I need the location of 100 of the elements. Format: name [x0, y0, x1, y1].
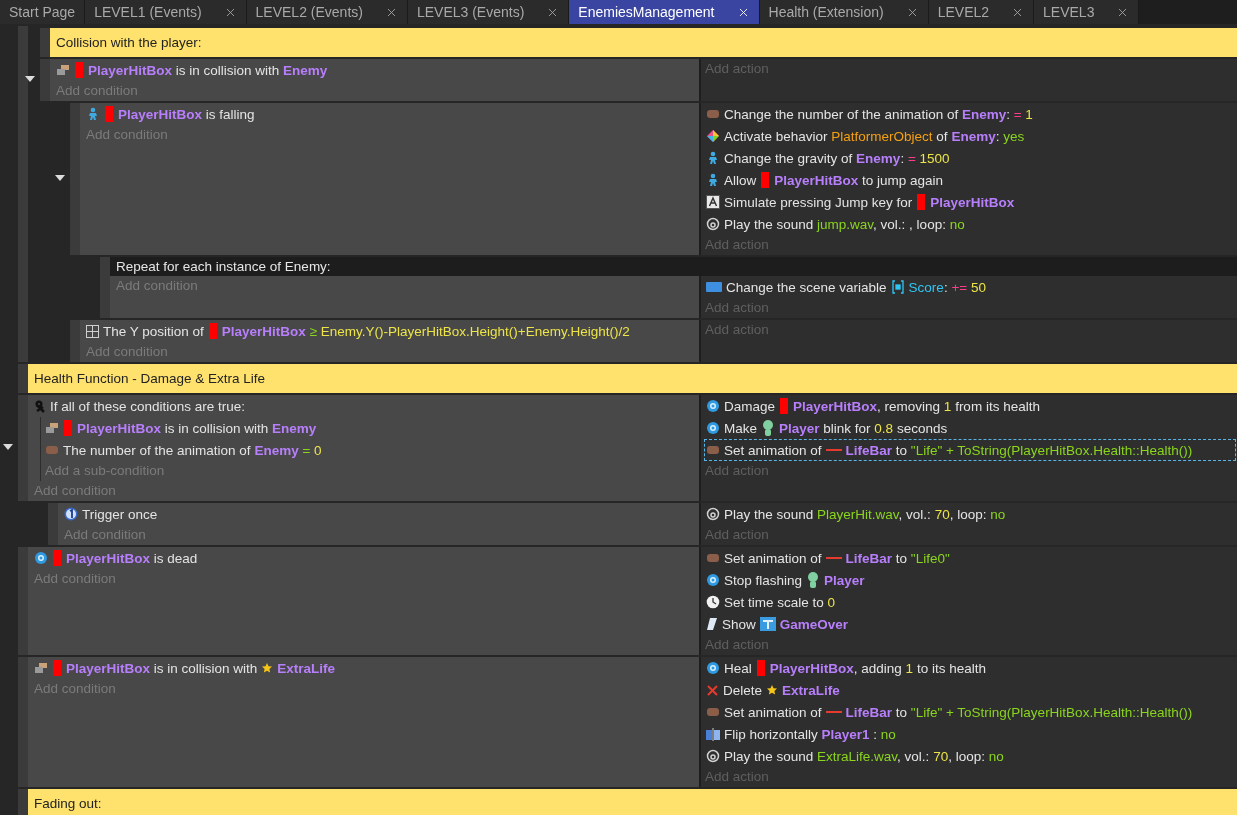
running-figure-icon [86, 107, 100, 121]
slanted-bar-icon [706, 617, 718, 631]
action-text: Damage [724, 398, 776, 414]
key-icon [706, 195, 720, 209]
collapse-arrow-icon[interactable] [55, 175, 65, 183]
collapse-arrow-icon[interactable] [3, 444, 13, 452]
action-text: Change the number of the animation of Enemy: = 1 [724, 106, 1033, 122]
action-row[interactable]: Activate behavior PlatformerObject of Enemy: yes [704, 125, 1236, 147]
event-strip [100, 257, 110, 318]
condition-text: PlayerHitBox ≥ Enemy.Y()-PlayerHitBox.Height()+Enemy.Height()/2 [221, 323, 630, 339]
repeat-header: Repeat for each instance of Enemy: [110, 257, 1237, 276]
action-row[interactable]: Make Player blink for 0.8 seconds [704, 417, 1236, 439]
action-text: Player blink for 0.8 seconds [779, 420, 948, 436]
action-text: LifeBar to "Life" + ToString(PlayerHitBox.Health::Health()) [845, 442, 1193, 458]
event-strip [18, 789, 28, 815]
action-text: Activate behavior PlatformerObject of Enemy: yes [724, 128, 1025, 144]
action-text: PlayerHitBox [930, 194, 1015, 210]
action-text: PlayerHitBox, adding 1 to its health [769, 660, 986, 676]
gear-icon [706, 421, 720, 435]
variable-brace-icon [890, 280, 905, 294]
running-figure-icon [706, 173, 720, 187]
editor-tab[interactable]: Start Page [0, 0, 86, 24]
editor-tab[interactable]: LEVEL3 (Events) [407, 0, 570, 24]
action-row[interactable]: Allow PlayerHitBox to jump again [704, 169, 1236, 191]
gear-icon [706, 661, 720, 675]
action-row[interactable]: Heal PlayerHitBox, adding 1 to its health [704, 657, 1236, 679]
rectangle-sprite-icon [52, 659, 62, 677]
action-text: Heal [724, 660, 752, 676]
condition-text: The number of the animation of Enemy = 0 [63, 442, 322, 458]
action-row[interactable]: Play the sound PlayerHit.wav, vol.: 70, loop: no [704, 503, 1236, 525]
action-text: LifeBar to "Life0" [845, 550, 950, 566]
character-icon [806, 571, 821, 589]
action-row[interactable]: Set animation of LifeBar to "Life" + ToString(PlayerHitBox.Health::Health()) [704, 439, 1236, 461]
clock-icon [706, 595, 720, 609]
action-row[interactable]: Set time scale to 0 [704, 591, 1236, 613]
rectangle-sprite-icon [779, 397, 790, 415]
event-strip [18, 364, 28, 393]
condition-text: PlayerHitBox is falling [118, 106, 255, 122]
running-figure-icon [706, 151, 720, 165]
action-text: Set animation of [724, 550, 822, 566]
flip-icon [706, 727, 720, 741]
rectangle-sprite-icon [760, 171, 771, 189]
editor-tab[interactable]: LEVEL1 (Events) [85, 0, 247, 24]
rectangle-sprite-icon [104, 105, 114, 123]
sprite-icon [706, 109, 720, 119]
condition-text: The Y position of [103, 323, 204, 339]
collapse-arrow-icon[interactable] [25, 76, 35, 84]
action-text: Set animation of [724, 442, 822, 458]
action-text: GameOver [779, 616, 849, 632]
condition-text: Trigger once [82, 506, 158, 522]
action-row[interactable]: Stop flashing Player [704, 569, 1236, 591]
action-text: PlayerHitBox to jump again [774, 172, 944, 188]
action-text: Change the scene variable [726, 279, 887, 295]
action-row[interactable]: Change the gravity of Enemy: = 1500 [704, 147, 1236, 169]
action-row[interactable]: Change the number of the animation of Enemy: = 1 [704, 103, 1236, 125]
stacked-blocks-icon [56, 64, 70, 76]
once-icon [64, 507, 78, 521]
event-strip [70, 320, 80, 362]
action-text: Change the gravity of Enemy: = 1500 [724, 150, 950, 166]
action-text: Make [724, 420, 757, 436]
comment: Fading out: [28, 789, 1237, 815]
gear-icon [706, 399, 720, 413]
stacked-blocks-icon [34, 662, 48, 674]
action-text: Play the sound ExtraLife.wav, vol.: 70, loop: no [724, 748, 1004, 764]
loop-icon [34, 399, 46, 413]
editor-tab[interactable]: Health (Extension) [759, 0, 929, 24]
action-row[interactable]: Set animation of LifeBar to "Life" + ToString(PlayerHitBox.Health::Health()) [704, 701, 1236, 723]
action-row[interactable]: Simulate pressing Jump key for PlayerHitBox [704, 191, 1236, 213]
action-row[interactable]: Play the sound jump.wav, vol.: , loop: no [704, 213, 1236, 235]
action-text: Set animation of [724, 704, 822, 720]
event-strip [40, 28, 50, 57]
editor-tab[interactable]: LEVEL2 [928, 0, 1035, 24]
editor-tab[interactable]: LEVEL3 [1034, 0, 1140, 24]
star-icon [261, 662, 274, 674]
rectangle-sprite-icon [916, 193, 927, 211]
character-icon [761, 419, 775, 437]
rectangle-sprite-icon [207, 322, 218, 340]
rectangle-sprite-icon [63, 419, 73, 437]
action-row[interactable]: Change the scene variable Score: += 50 [704, 276, 1236, 298]
action-row[interactable]: Play the sound ExtraLife.wav, vol.: 70, loop: no [704, 745, 1236, 767]
sprite-icon [45, 445, 59, 455]
action-row[interactable]: Damage PlayerHitBox, removing 1 from its health [704, 395, 1236, 417]
action-row[interactable]: Delete ExtraLife [704, 679, 1236, 701]
editor-tab[interactable]: EnemiesManagement [569, 0, 760, 24]
speaker-icon [706, 749, 720, 763]
rectangle-sprite-icon [74, 61, 84, 79]
variable-icon [706, 281, 722, 293]
action-text: Play the sound PlayerHit.wav, vol.: 70, loop: no [724, 506, 1006, 522]
condition-text: If all of these conditions are true: [50, 398, 246, 414]
action-row[interactable]: Show GameOver [704, 613, 1236, 635]
action-text: Simulate pressing Jump key for [724, 194, 913, 210]
editor-tab[interactable]: LEVEL2 (Events) [246, 0, 408, 24]
speaker-icon [706, 217, 720, 231]
condition-text: ExtraLife [277, 660, 336, 676]
action-text: Stop flashing [724, 572, 803, 588]
action-row[interactable]: Set animation of LifeBar to "Life0" [704, 547, 1236, 569]
action-row[interactable]: Flip horizontally Player1 : no [704, 723, 1236, 745]
action-text: ExtraLife [782, 682, 840, 698]
sprite-icon [706, 553, 720, 563]
gear-icon [706, 573, 720, 587]
